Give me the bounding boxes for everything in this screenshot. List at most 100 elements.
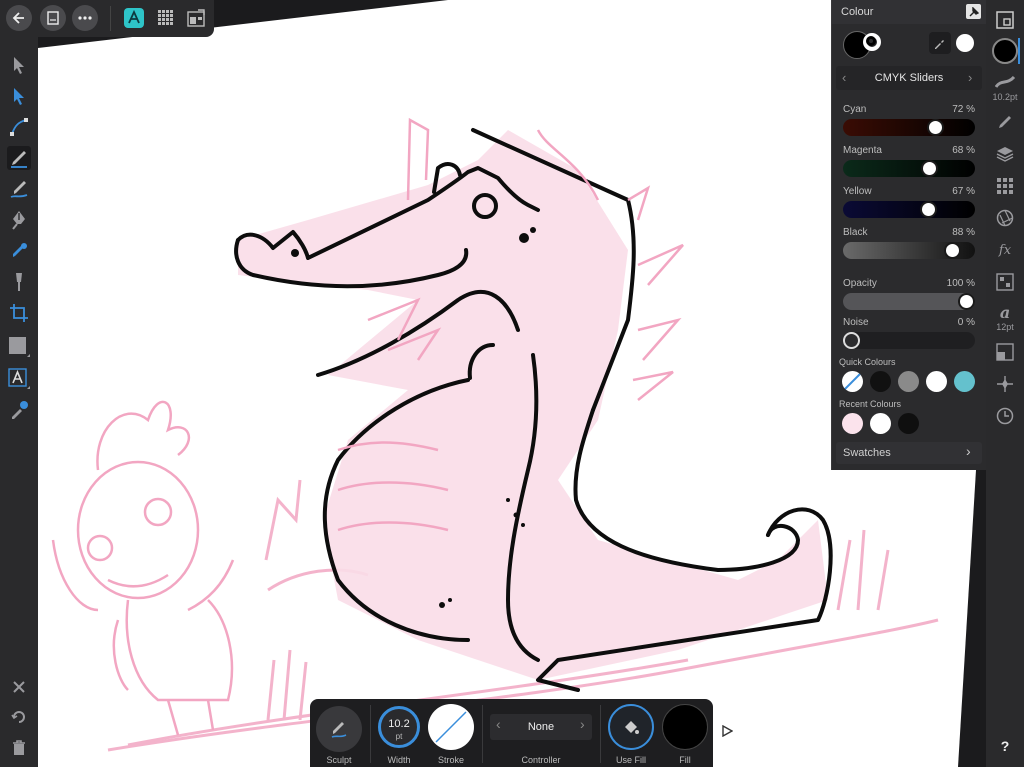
quick-colour-black[interactable] xyxy=(870,371,891,392)
history-icon[interactable] xyxy=(993,404,1017,428)
current-colour-preview[interactable] xyxy=(956,34,974,52)
divider xyxy=(370,705,371,763)
black-label: Black xyxy=(843,227,868,238)
boy-sketch xyxy=(51,400,235,736)
cyan-label: Cyan xyxy=(843,104,867,115)
rectangle-tool-icon[interactable] xyxy=(7,335,31,359)
black-value: 88 % xyxy=(952,227,975,238)
move-tool-icon[interactable] xyxy=(7,53,31,77)
magenta-slider[interactable] xyxy=(843,160,975,177)
adjustments-icon[interactable] xyxy=(993,206,1017,230)
fill-colour-button[interactable] xyxy=(662,704,708,750)
pen-tool-icon[interactable] xyxy=(7,208,31,232)
stroke-colour-button[interactable] xyxy=(428,704,474,750)
pencil-tool-icon[interactable] xyxy=(7,146,31,170)
swatches-label: Swatches xyxy=(843,447,891,459)
top-toolbar xyxy=(0,0,214,37)
divider xyxy=(482,705,483,763)
colour-studio-icon[interactable] xyxy=(992,38,1018,64)
use-fill-button[interactable] xyxy=(608,704,654,750)
node-tool-icon[interactable] xyxy=(7,84,31,108)
effects-fx-icon[interactable]: fx xyxy=(993,238,1017,262)
noise-value: 0 % xyxy=(957,317,975,328)
colour-picker-tool-icon[interactable] xyxy=(7,398,31,422)
recent-colour-pink[interactable] xyxy=(842,413,863,434)
colour-mode-label: CMYK Sliders xyxy=(874,72,944,84)
fill-tool-icon[interactable] xyxy=(7,239,31,263)
chevron-right-icon[interactable]: › xyxy=(580,716,585,732)
stroke-colour-ring xyxy=(866,36,876,46)
yellow-value: 67 % xyxy=(952,186,975,197)
export-persona-icon[interactable] xyxy=(184,6,208,30)
noise-slider-knob[interactable] xyxy=(843,332,860,349)
crop-tool-icon[interactable] xyxy=(7,301,31,325)
quick-colours-label: Quick Colours xyxy=(839,357,896,367)
magenta-value: 68 % xyxy=(952,145,975,156)
eyedropper-icon[interactable] xyxy=(929,32,951,54)
croc-fill xyxy=(238,130,828,680)
yellow-slider[interactable] xyxy=(843,201,975,218)
vector-brush-tool-icon[interactable] xyxy=(7,177,31,201)
noise-label: Noise xyxy=(843,317,869,328)
toolbar-divider xyxy=(110,6,111,31)
layers-icon[interactable] xyxy=(993,142,1017,166)
arrow-left-icon[interactable] xyxy=(6,5,32,31)
document-icon[interactable] xyxy=(40,5,66,31)
text-tool-icon[interactable] xyxy=(7,367,31,391)
brushes-studio-icon[interactable] xyxy=(993,110,1017,134)
chevron-right-icon[interactable]: › xyxy=(968,70,972,85)
stroke-label: Stroke xyxy=(437,755,464,765)
studio-strip: 10.2pt fx a 12pt ? xyxy=(986,0,1024,767)
cyan-slider[interactable] xyxy=(843,119,975,136)
quick-colour-none[interactable] xyxy=(842,371,863,392)
close-icon[interactable] xyxy=(7,675,31,699)
controller-label: Controller xyxy=(521,755,561,765)
colour-panel: Colour ‹ CMYK Sliders › Cyan 72 % Magent… xyxy=(831,0,986,470)
opacity-label: Opacity xyxy=(843,278,877,289)
designer-persona-icon[interactable] xyxy=(122,6,146,30)
pixel-persona-icon[interactable] xyxy=(154,6,178,30)
opacity-slider[interactable] xyxy=(843,293,975,310)
sculpt-button[interactable] xyxy=(316,706,362,752)
transform-icon[interactable] xyxy=(993,340,1017,364)
recent-colour-black[interactable] xyxy=(898,413,919,434)
recent-colour-white[interactable] xyxy=(870,413,891,434)
black-slider[interactable] xyxy=(843,242,975,259)
controller-value: None xyxy=(527,721,555,733)
font-size-label: 12pt xyxy=(996,322,1014,332)
character-icon[interactable]: a xyxy=(993,300,1017,324)
navigator-icon[interactable] xyxy=(993,8,1017,32)
quick-colour-teal[interactable] xyxy=(954,371,975,392)
chevron-right-icon[interactable]: › xyxy=(966,443,971,459)
assets-grid-icon[interactable] xyxy=(993,174,1017,198)
more-icon[interactable] xyxy=(72,5,98,31)
width-unit: pt xyxy=(395,732,403,741)
transparency-tool-icon[interactable] xyxy=(7,270,31,294)
quick-colour-grey[interactable] xyxy=(898,371,919,392)
width-label: Width xyxy=(387,755,411,765)
cyan-value: 72 % xyxy=(952,104,975,115)
undo-icon[interactable] xyxy=(7,705,31,729)
opacity-value: 100 % xyxy=(946,278,975,289)
noise-slider[interactable] xyxy=(843,332,975,349)
opacity-slider-knob[interactable] xyxy=(958,293,975,310)
quick-colour-white[interactable] xyxy=(926,371,947,392)
styles-icon[interactable] xyxy=(993,270,1017,294)
pin-icon[interactable] xyxy=(966,4,981,19)
cyan-slider-knob[interactable] xyxy=(927,119,944,136)
yellow-slider-knob[interactable] xyxy=(920,201,937,218)
magenta-slider-knob[interactable] xyxy=(921,160,938,177)
stroke-studio-icon[interactable] xyxy=(993,70,1017,94)
stroke-width-label: 10.2pt xyxy=(992,92,1018,102)
trash-icon[interactable] xyxy=(7,736,31,760)
play-arrow-icon[interactable] xyxy=(721,724,734,742)
corner-tool-icon[interactable] xyxy=(7,115,31,139)
snapping-icon[interactable] xyxy=(993,372,1017,396)
fill-label: Fill xyxy=(679,755,691,765)
black-slider-knob[interactable] xyxy=(944,242,961,259)
divider xyxy=(600,705,601,763)
sculpt-label: Sculpt xyxy=(326,755,352,765)
magenta-label: Magenta xyxy=(843,145,882,156)
yellow-label: Yellow xyxy=(843,186,872,197)
help-button[interactable]: ? xyxy=(986,738,1024,754)
